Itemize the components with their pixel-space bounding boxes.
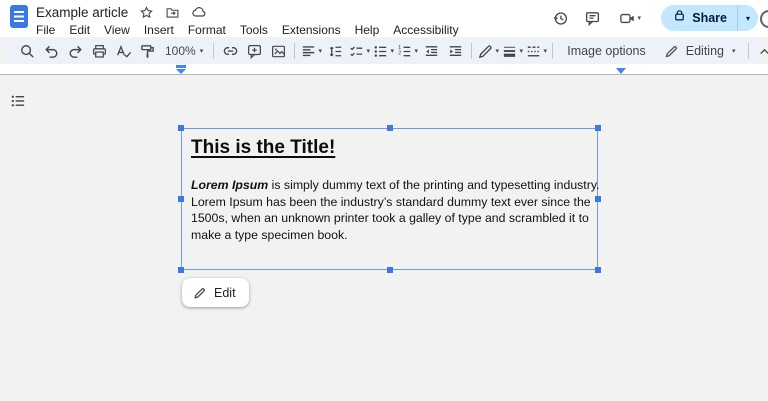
- lock-icon: [673, 9, 686, 27]
- menu-extensions[interactable]: Extensions: [275, 22, 348, 38]
- document-outline-icon[interactable]: [6, 89, 30, 113]
- search-menus-icon[interactable]: [15, 39, 39, 63]
- numbered-list-icon[interactable]: 1 2 ▾: [395, 39, 419, 63]
- paint-format-icon[interactable]: [135, 39, 159, 63]
- resize-handle-bottom-middle[interactable]: [386, 267, 393, 273]
- increase-indent-icon[interactable]: [443, 39, 467, 63]
- toolbar-divider: [471, 43, 473, 59]
- comments-icon[interactable]: [579, 5, 605, 31]
- video-call-caret-icon: ▾: [637, 15, 641, 22]
- document-canvas: This is the Title! Lorem Ipsum is simply…: [0, 76, 768, 401]
- cloud-status-icon[interactable]: [191, 4, 207, 20]
- resize-handle-top-right[interactable]: [595, 125, 601, 131]
- editing-mode-caret-icon: ▾: [731, 48, 736, 55]
- print-icon[interactable]: [87, 39, 111, 63]
- toolbar-divider: [747, 43, 749, 59]
- star-icon[interactable]: [139, 5, 154, 20]
- video-call-icon[interactable]: ▾: [611, 5, 649, 31]
- share-button[interactable]: Share ▾: [661, 5, 758, 31]
- resize-handle-bottom-right[interactable]: [595, 267, 601, 273]
- image-options-button[interactable]: Image options: [557, 39, 656, 63]
- resize-handle-middle-right[interactable]: [595, 196, 601, 202]
- edit-pencil-icon: [194, 287, 205, 299]
- resize-handle-middle-left[interactable]: [178, 196, 184, 202]
- border-weight-icon[interactable]: ▾: [500, 39, 524, 63]
- menu-edit[interactable]: Edit: [62, 22, 97, 38]
- edit-button-label: Edit: [214, 285, 236, 300]
- toolbar-divider: [213, 43, 215, 59]
- editing-mode-label: Editing: [685, 44, 724, 58]
- zoom-select[interactable]: 100% ▾: [159, 39, 209, 63]
- share-caret-icon[interactable]: ▾: [738, 14, 758, 23]
- bulleted-list-icon[interactable]: ▾: [371, 39, 395, 63]
- add-comment-icon[interactable]: [242, 39, 266, 63]
- right-indent-marker[interactable]: [616, 68, 626, 74]
- ruler: [0, 64, 768, 75]
- resize-handle-top-middle[interactable]: [386, 125, 393, 131]
- app-header: Example article File Edit View Insert Fo…: [0, 0, 768, 37]
- checklist-icon[interactable]: ▾: [347, 39, 371, 63]
- zoom-value: 100%: [165, 44, 196, 58]
- selected-text-box[interactable]: This is the Title! Lorem Ipsum is simply…: [178, 125, 601, 273]
- lorem-ipsum-bold: Lorem Ipsum: [191, 178, 269, 192]
- menu-insert[interactable]: Insert: [137, 22, 181, 38]
- edit-button[interactable]: Edit: [182, 278, 249, 307]
- menu-file[interactable]: File: [29, 22, 62, 38]
- resize-handle-bottom-left[interactable]: [178, 267, 184, 273]
- article-title: This is the Title!: [191, 137, 336, 158]
- toolbar-divider: [294, 43, 296, 59]
- menu-help[interactable]: Help: [348, 22, 387, 38]
- account-avatar[interactable]: [760, 10, 768, 28]
- menu-accessibility[interactable]: Accessibility: [386, 22, 465, 38]
- undo-icon[interactable]: [39, 39, 63, 63]
- share-button-label: Share: [692, 11, 727, 25]
- move-folder-icon[interactable]: [165, 5, 180, 20]
- border-dash-icon[interactable]: ▾: [524, 39, 548, 63]
- version-history-icon[interactable]: [547, 5, 573, 31]
- article-paragraph: Lorem Ipsum is simply dummy text of the …: [191, 178, 600, 242]
- svg-text:2: 2: [399, 50, 402, 56]
- spell-check-icon[interactable]: [111, 39, 135, 63]
- left-indent-marker[interactable]: [176, 65, 186, 74]
- menu-tools[interactable]: Tools: [233, 22, 275, 38]
- redo-icon[interactable]: [63, 39, 87, 63]
- decrease-indent-icon[interactable]: [419, 39, 443, 63]
- docs-logo-icon[interactable]: [10, 5, 28, 28]
- hide-menus-icon[interactable]: [753, 39, 768, 63]
- insert-image-icon[interactable]: [266, 39, 290, 63]
- resize-handle-top-left[interactable]: [178, 125, 184, 131]
- toolbar-divider: [552, 43, 554, 59]
- document-title[interactable]: Example article: [36, 5, 128, 20]
- align-left-icon[interactable]: ▾: [299, 39, 323, 63]
- border-color-icon[interactable]: ▾: [476, 39, 500, 63]
- menu-view[interactable]: View: [97, 22, 137, 38]
- zoom-caret-icon: ▾: [199, 48, 204, 55]
- line-spacing-icon[interactable]: [323, 39, 347, 63]
- toolbar: 100% ▾ ▾ ▾ ▾ 1 2 ▾ ▾ ▾ ▾ Image options E…: [7, 38, 768, 64]
- pencil-icon: [665, 45, 677, 57]
- menu-bar: File Edit View Insert Format Tools Exten…: [29, 22, 466, 38]
- editing-mode-button[interactable]: Editing ▾: [656, 39, 744, 63]
- menu-format[interactable]: Format: [181, 22, 233, 38]
- insert-link-icon[interactable]: [218, 39, 242, 63]
